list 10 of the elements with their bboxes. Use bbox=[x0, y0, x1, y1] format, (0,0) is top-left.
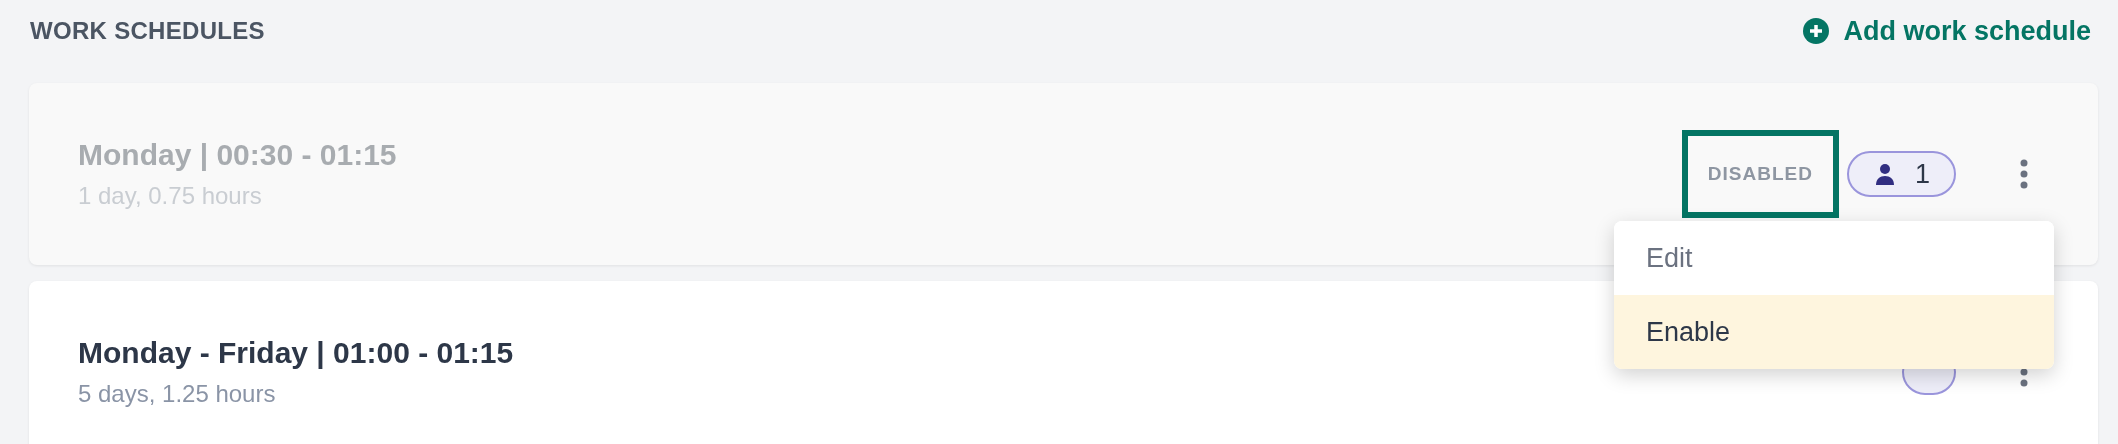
section-title: WORK SCHEDULES bbox=[30, 17, 265, 45]
schedule-title: Monday - Friday | 01:00 - 01:15 bbox=[78, 336, 515, 370]
schedule-title: Monday | 00:30 - 01:15 bbox=[78, 138, 398, 172]
status-label: DISABLED bbox=[1681, 130, 1839, 218]
schedule-summary: 5 days, 1.25 hours bbox=[78, 380, 277, 408]
plus-icon bbox=[1803, 18, 1830, 44]
menu-item[interactable]: Edit bbox=[1614, 221, 2054, 295]
person-icon bbox=[1874, 163, 1895, 185]
menu-item[interactable]: Enable bbox=[1614, 295, 2054, 369]
add-work-schedule-link[interactable]: Add work schedule bbox=[1803, 15, 2091, 47]
